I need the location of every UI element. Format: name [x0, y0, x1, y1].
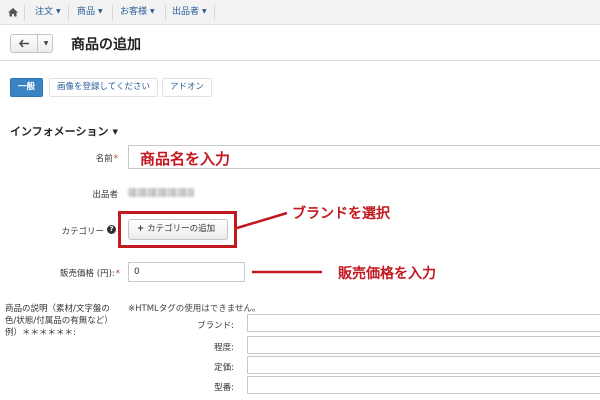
price-label-text: 販売価格 (円):: [60, 269, 115, 279]
brand-annotation-line: [236, 211, 288, 230]
model-number-sub-label: 型番:: [214, 383, 234, 393]
condition-sub-label: 程度:: [214, 343, 234, 353]
list-price-sub-label: 定価:: [214, 363, 234, 373]
required-mark: *: [115, 269, 120, 279]
brand-sub-label: ブランド:: [197, 321, 234, 331]
price-input[interactable]: [128, 262, 245, 282]
brand-input[interactable]: [247, 314, 600, 332]
description-label: 商品の説明（素材/文字盤の色/状態/付属品の有無など）例）＊＊＊＊＊＊:: [5, 304, 113, 338]
price-label: 販売価格 (円):*: [20, 267, 120, 279]
price-annotation: 販売価格を入力: [338, 266, 436, 282]
model-number-input[interactable]: [247, 376, 600, 394]
price-input-value: 0: [134, 267, 140, 277]
html-note: ※HTMLタグの使用はできません。: [128, 304, 261, 314]
list-price-input[interactable]: [247, 356, 600, 374]
condition-input[interactable]: [247, 336, 600, 354]
brand-annotation: ブランドを選択: [292, 206, 390, 222]
